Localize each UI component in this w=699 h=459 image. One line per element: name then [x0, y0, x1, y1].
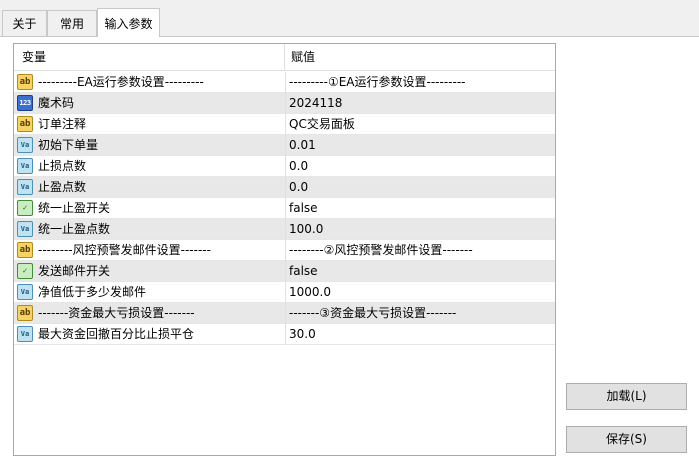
table-row[interactable]: ✓ 统一止盈开关 false [14, 198, 555, 219]
double-type-icon: Va [17, 179, 33, 195]
table-row[interactable]: ab --------风控预警发邮件设置------- --------②风控预警发… [14, 240, 555, 261]
param-value[interactable]: -------③资金最大亏损设置------- [286, 303, 554, 323]
param-name: --------风控预警发邮件设置------- [38, 243, 211, 257]
table-row[interactable]: ab ---------EA运行参数设置--------- ---------①EA… [14, 72, 555, 93]
param-name: 发送邮件开关 [38, 264, 111, 278]
text-type-icon: ab [17, 305, 33, 321]
param-value[interactable]: false [286, 198, 554, 218]
param-name: 订单注释 [38, 117, 87, 131]
param-name: 统一止盈开关 [38, 201, 111, 215]
param-value[interactable]: 0.0 [286, 156, 554, 176]
param-name: 统一止盈点数 [38, 222, 111, 236]
param-value[interactable]: 2024118 [286, 93, 554, 113]
bool-type-icon: ✓ [17, 263, 33, 279]
save-button[interactable]: 保存(S) [566, 426, 687, 453]
tab-bar: 关于 常用 输入参数 [0, 0, 699, 37]
table-row[interactable]: Va 止损点数 0.0 [14, 156, 555, 177]
double-type-icon: Va [17, 158, 33, 174]
param-value[interactable]: false [286, 261, 554, 281]
table-row[interactable]: ✓ 发送邮件开关 false [14, 261, 555, 282]
table-row[interactable]: Va 净值低于多少发邮件 1000.0 [14, 282, 555, 303]
param-name: 魔术码 [38, 96, 75, 110]
param-value[interactable]: 30.0 [286, 324, 554, 344]
double-type-icon: Va [17, 326, 33, 342]
tab-common[interactable]: 常用 [47, 10, 97, 36]
table-row[interactable]: Va 止盈点数 0.0 [14, 177, 555, 198]
table-row[interactable]: ab -------资金最大亏损设置------- -------③资金最大亏损设置… [14, 303, 555, 324]
column-header-value[interactable]: 赋值 [285, 44, 555, 71]
table-row[interactable]: ab 订单注释 QC交易面板 [14, 114, 555, 135]
param-value[interactable]: 0.01 [286, 135, 554, 155]
text-type-icon: ab [17, 74, 33, 90]
param-value[interactable]: --------②风控预警发邮件设置------- [286, 240, 554, 260]
param-name: ---------EA运行参数设置--------- [38, 75, 204, 89]
param-value[interactable]: 0.0 [286, 177, 554, 197]
table-row[interactable]: Va 统一止盈点数 100.0 [14, 219, 555, 240]
double-type-icon: Va [17, 137, 33, 153]
text-type-icon: ab [17, 242, 33, 258]
param-name: 净值低于多少发邮件 [38, 285, 147, 299]
grid-header: 变量 赋值 [14, 44, 555, 71]
parameter-grid: 变量 赋值 ab ---------EA运行参数设置--------- ------… [13, 43, 556, 456]
param-value[interactable]: 100.0 [286, 219, 554, 239]
param-name: 止盈点数 [38, 180, 87, 194]
param-name: 最大资金回撤百分比止损平仓 [38, 327, 195, 341]
param-value[interactable]: 1000.0 [286, 282, 554, 302]
tab-about[interactable]: 关于 [2, 10, 47, 36]
tab-inputs[interactable]: 输入参数 [97, 8, 160, 37]
param-name: -------资金最大亏损设置------- [38, 306, 195, 320]
text-type-icon: ab [17, 116, 33, 132]
param-name: 止损点数 [38, 159, 87, 173]
column-header-variable[interactable]: 变量 [14, 44, 285, 71]
integer-type-icon: 123 [17, 95, 33, 111]
table-row[interactable]: Va 初始下单量 0.01 [14, 135, 555, 156]
param-name: 初始下单量 [38, 138, 99, 152]
double-type-icon: Va [17, 221, 33, 237]
bool-type-icon: ✓ [17, 200, 33, 216]
load-button[interactable]: 加载(L) [566, 383, 687, 410]
param-value[interactable]: QC交易面板 [286, 114, 554, 134]
table-row[interactable]: 123 魔术码 2024118 [14, 93, 555, 114]
double-type-icon: Va [17, 284, 33, 300]
table-row[interactable]: Va 最大资金回撤百分比止损平仓 30.0 [14, 324, 555, 345]
param-value[interactable]: ---------①EA运行参数设置--------- [286, 72, 554, 92]
